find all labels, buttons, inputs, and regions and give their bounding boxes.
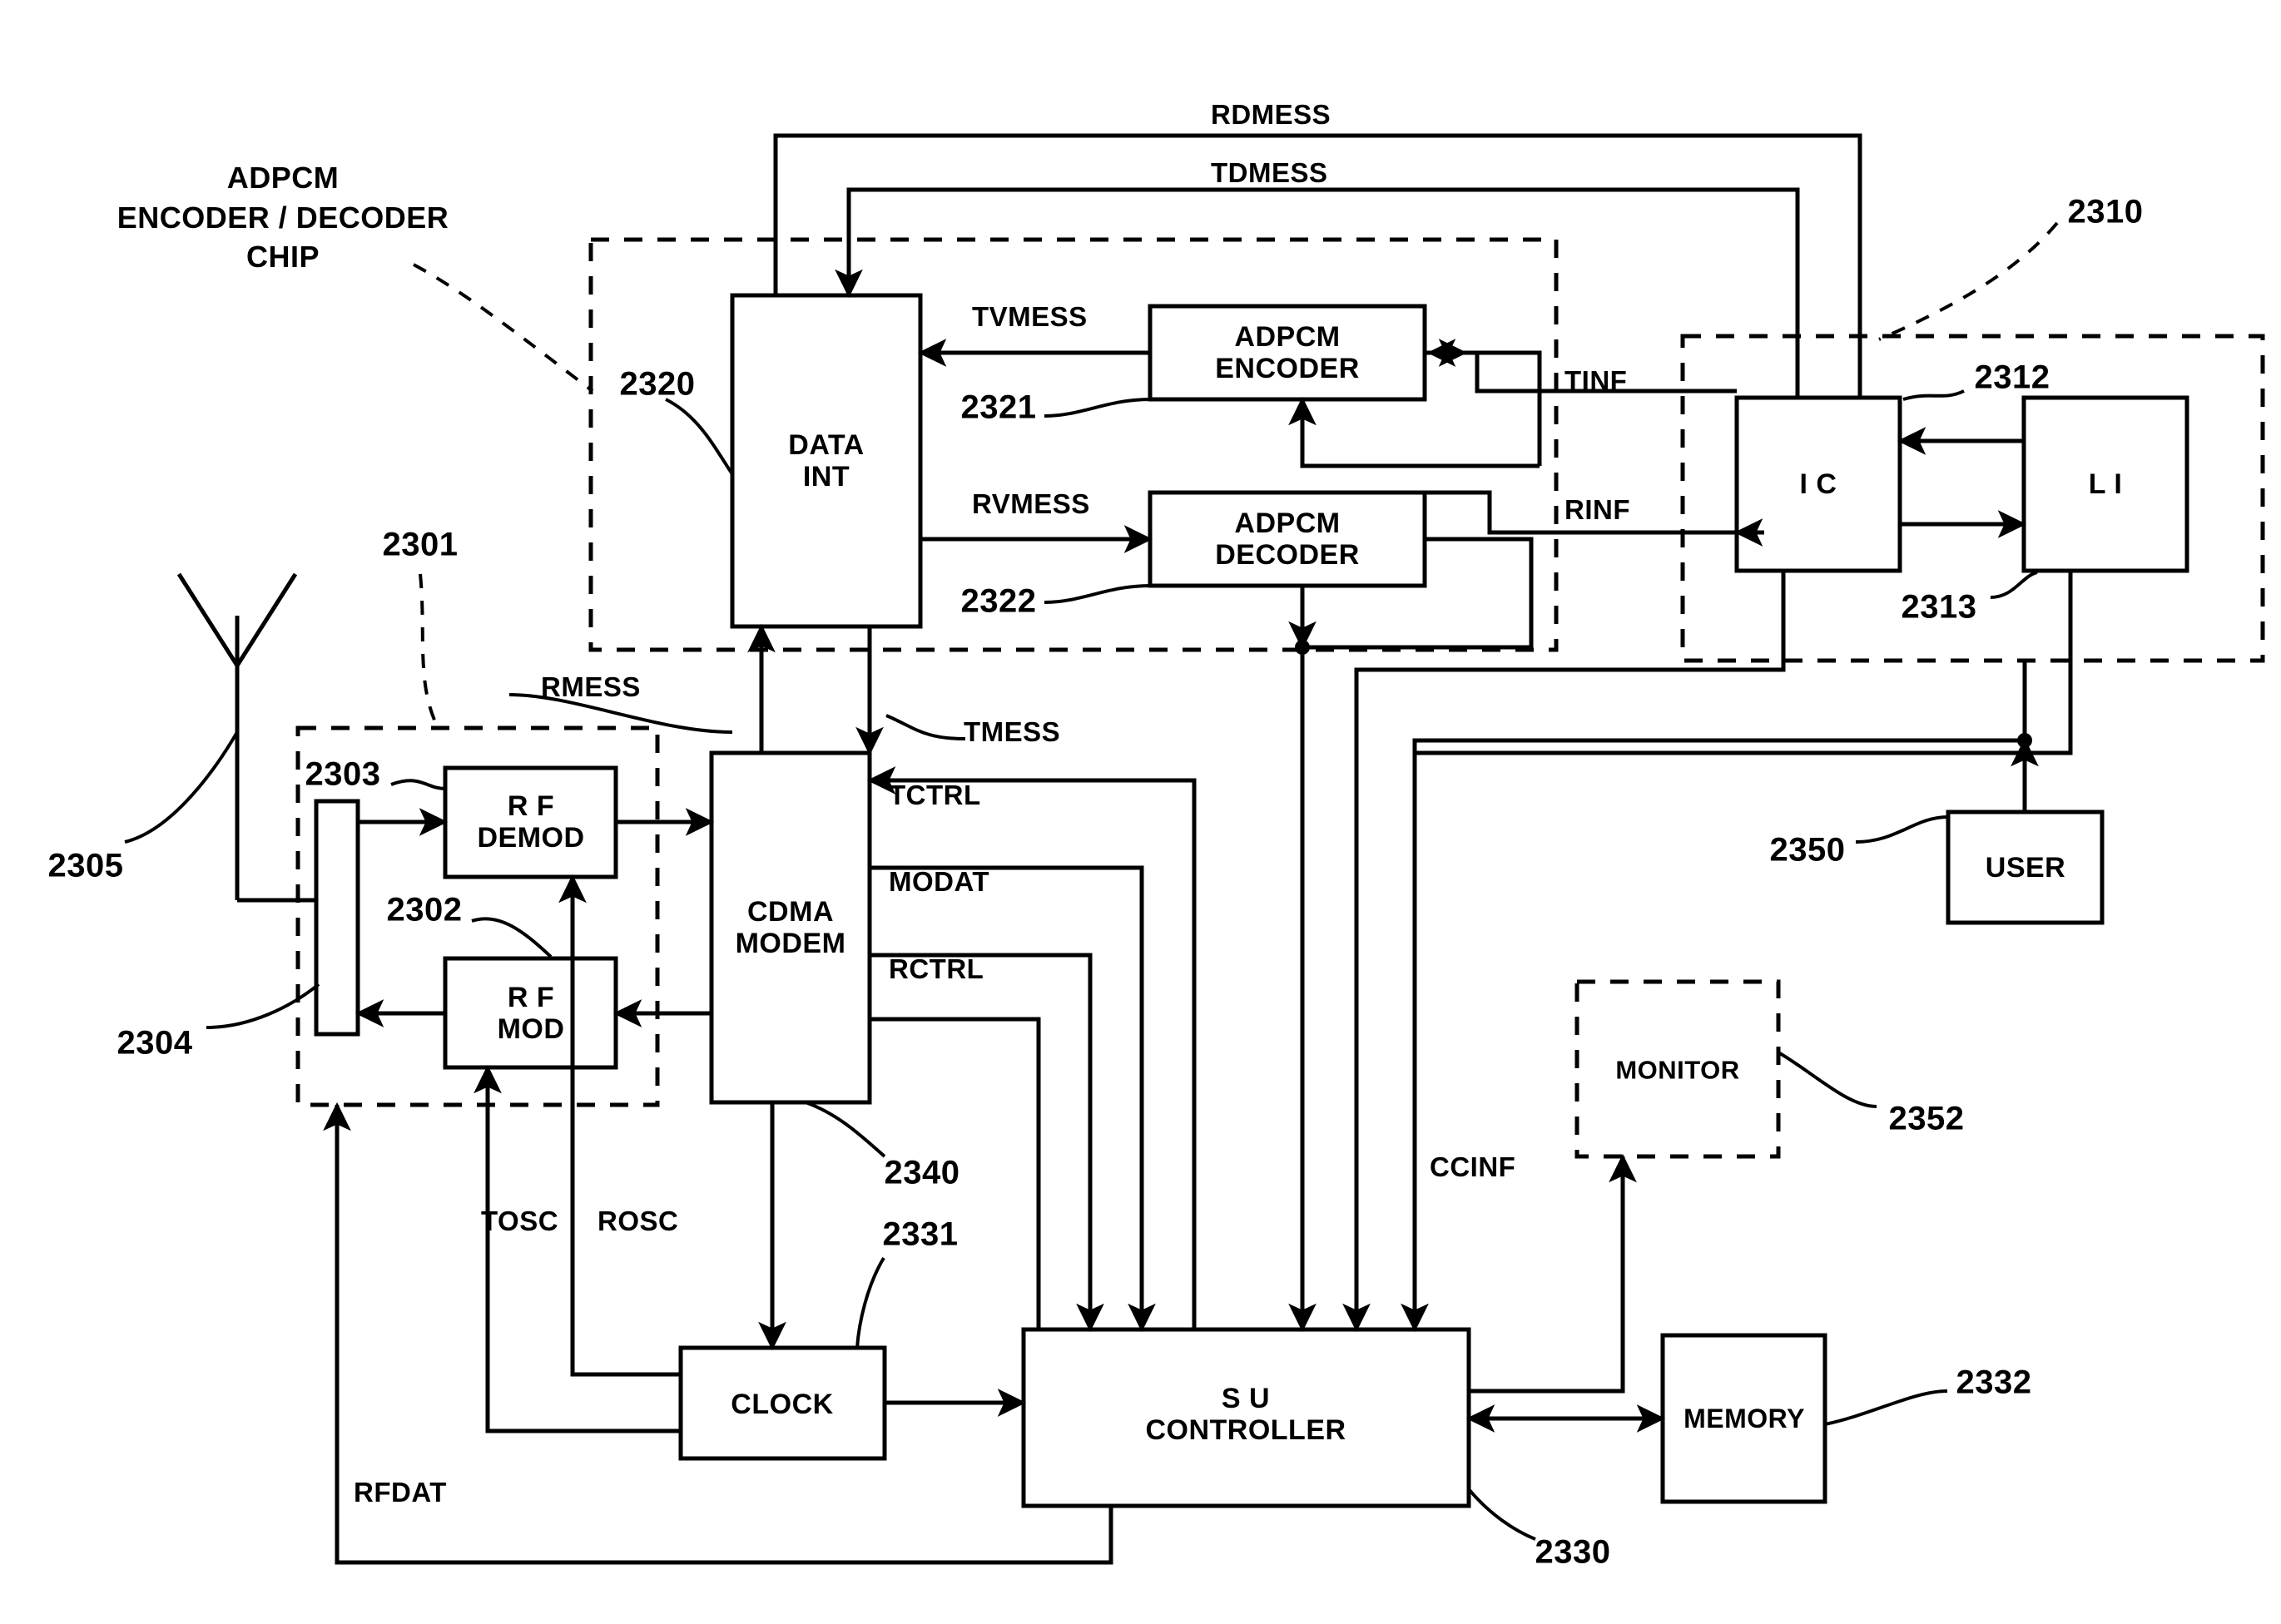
ref-2305: 2305 — [47, 847, 124, 884]
leader-2350 — [1855, 815, 1949, 844]
ref-2301: 2301 — [382, 526, 459, 563]
wire-decoder-bus-right — [1302, 582, 1534, 650]
signal-label-ccinf: CCINF — [1430, 1151, 1516, 1182]
signal-label-tmess: TMESS — [964, 716, 1061, 747]
leader-2352 — [1777, 1051, 1877, 1108]
leader-2340 — [805, 1101, 886, 1158]
signal-label-rmess: RMESS — [541, 671, 641, 702]
ref-2322: 2322 — [960, 582, 1037, 620]
leader-2310 — [1878, 221, 2059, 341]
wire-decoder-feed — [1425, 537, 1534, 582]
leader-2332 — [1824, 1389, 1948, 1426]
ref-2320: 2320 — [619, 365, 696, 403]
signal-label-rctrl: RCTRL — [889, 953, 984, 984]
block-duplexer — [314, 799, 360, 1037]
leader-2321 — [1044, 398, 1151, 418]
block-label-ic: I C — [1799, 468, 1837, 500]
block-label-user: USER — [1985, 851, 2066, 884]
leader-2330 — [1467, 1488, 1536, 1541]
wire-ic-bus-down — [1342, 661, 1786, 1333]
signal-label-tdmess: TDMESS — [1211, 157, 1328, 188]
antenna-symbol — [176, 572, 298, 900]
ref-2330: 2330 — [1535, 1533, 1611, 1571]
signal-label-rfdat: RFDAT — [354, 1477, 447, 1508]
block-label-adpcm-decoder: ADPCM DECODER — [1215, 507, 1360, 571]
wire-user-left — [1401, 738, 2025, 1333]
block-label-rf-demod: R F DEMOD — [477, 790, 585, 854]
ref-2331: 2331 — [882, 1216, 959, 1253]
ref-2321: 2321 — [960, 389, 1037, 426]
block-label-data-int: DATA INT — [788, 428, 865, 493]
ref-2310: 2310 — [2067, 193, 2144, 230]
ref-2303: 2303 — [305, 755, 381, 793]
block-label-adpcm-encoder: ADPCM ENCODER — [1215, 320, 1360, 384]
wire-ccinf — [1469, 1153, 1637, 1394]
leader-2305 — [124, 730, 239, 844]
block-label-li: L I — [2088, 468, 2123, 500]
block-label-su-controller: S U CONTROLLER — [1145, 1382, 1346, 1446]
signal-label-rdmess: RDMESS — [1211, 99, 1331, 130]
signal-label-modat: MODAT — [889, 866, 990, 897]
signal-label-tinf: TINF — [1564, 365, 1628, 396]
leader-2320 — [665, 398, 734, 476]
ref-2352: 2352 — [1888, 1100, 1965, 1137]
adpcm-chip-title: ADPCM ENCODER / DECODER CHIP — [117, 161, 449, 275]
signal-label-tosc: TOSC — [481, 1206, 559, 1236]
signal-label-rinf: RINF — [1564, 494, 1630, 525]
signal-label-rosc: ROSC — [598, 1206, 679, 1236]
leader-2322 — [1044, 584, 1151, 604]
ref-2312: 2312 — [1974, 359, 2050, 396]
block-label-memory: MEMORY — [1683, 1404, 1805, 1434]
leader-2303 — [390, 779, 446, 790]
ref-2304: 2304 — [117, 1024, 193, 1062]
signal-label-rvmess: RVMESS — [972, 488, 1090, 519]
leader-2312 — [1902, 389, 1965, 401]
ref-2313: 2313 — [1901, 588, 1977, 626]
wire-rosc — [558, 874, 681, 1377]
figure-canvas: ADPCM ENCODER / DECODER CHIP DATA INT AD… — [0, 0, 2281, 1624]
leader-2301 — [419, 573, 439, 726]
wire-encoder-in — [1426, 339, 1542, 466]
wire-rctrl — [870, 953, 1104, 1333]
signal-label-tvmess: TVMESS — [972, 301, 1088, 332]
leader-tmess — [885, 714, 966, 740]
leader-2331 — [855, 1256, 885, 1349]
signal-label-tctrl: TCTRL — [889, 780, 981, 810]
ref-2302: 2302 — [386, 891, 463, 928]
block-label-cdma-modem: CDMA MODEM — [735, 895, 846, 959]
ref-2350: 2350 — [1769, 831, 1846, 869]
leader-2304 — [206, 983, 320, 1029]
block-label-rf-mod: R F MOD — [497, 981, 565, 1045]
block-label-monitor: MONITOR — [1615, 1055, 1740, 1085]
ref-2340: 2340 — [884, 1154, 960, 1191]
leader-chip-title — [413, 263, 594, 393]
wire-encoder-out — [1288, 396, 1540, 468]
wire-rfdat — [323, 1102, 1113, 1565]
leader-2302 — [471, 917, 553, 958]
leader-2313 — [1990, 571, 2038, 599]
wire-modat — [870, 865, 1156, 1333]
block-label-clock: CLOCK — [731, 1388, 834, 1420]
ref-2332: 2332 — [1956, 1364, 2032, 1401]
